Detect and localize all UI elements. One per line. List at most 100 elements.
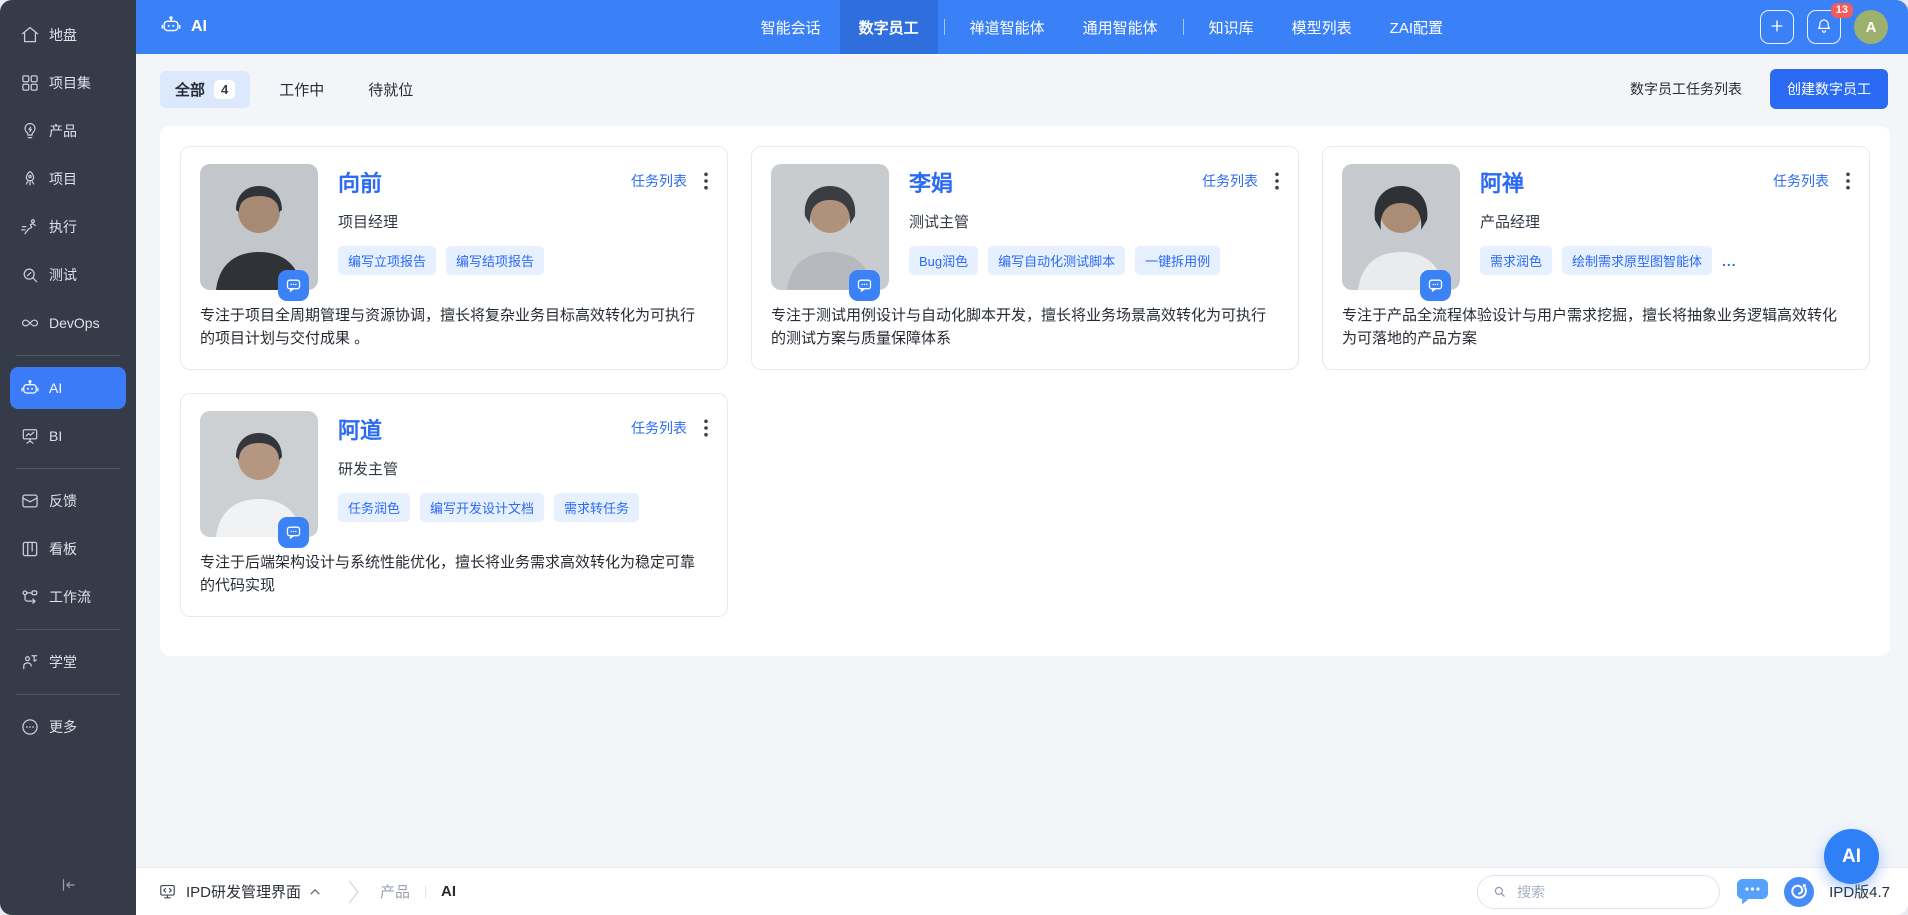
employee-description: 专注于产品全流程体验设计与用户需求挖掘，擅长将抽象业务逻辑高效转化为可落地的产品…	[1342, 305, 1850, 350]
workspace-switcher[interactable]: IPD研发管理界面	[158, 881, 321, 902]
search-box[interactable]	[1477, 875, 1720, 909]
content-area: 全部 4 工作中 待就位 数字员工任务列表 创建数字员工	[136, 54, 1908, 867]
skill-tag[interactable]: 需求润色	[1480, 246, 1552, 275]
chat-bubble-icon[interactable]	[1420, 270, 1451, 301]
sidebar-item-label: 看板	[49, 539, 77, 559]
nav-tab-general-agent[interactable]: 通用智能体	[1064, 0, 1177, 54]
sidebar-item-qa[interactable]: 测试	[10, 254, 126, 296]
employee-task-list-link[interactable]: 数字员工任务列表	[1630, 79, 1742, 99]
sidebar-item-dashboard[interactable]: 地盘	[10, 14, 126, 56]
employee-description: 专注于项目全周期管理与资源协调，擅长将复杂业务目标高效转化为可执行的项目计划与交…	[200, 305, 708, 350]
kebab-menu-icon[interactable]	[704, 419, 708, 437]
employee-name[interactable]: 阿道	[338, 413, 382, 445]
create-employee-button[interactable]: 创建数字员工	[1770, 69, 1888, 109]
filter-tab-label: 全部	[175, 79, 205, 100]
chat-bubble-icon[interactable]	[849, 270, 880, 301]
sidebar-item-bi[interactable]: BI	[10, 415, 126, 457]
breadcrumb-divider	[425, 885, 426, 899]
sidebar-item-execution[interactable]: 执行	[10, 206, 126, 248]
card-top: 向前 任务列表 项目经理 编写立项报告 编写结项报告	[200, 164, 708, 290]
task-list-link[interactable]: 任务列表	[631, 418, 687, 438]
skill-tag[interactable]: 编写结项报告	[446, 246, 544, 275]
notifications-button[interactable]: 13	[1807, 10, 1841, 44]
task-list-link[interactable]: 任务列表	[1202, 171, 1258, 191]
user-avatar[interactable]: A	[1854, 10, 1888, 44]
workspace-label: IPD研发管理界面	[186, 881, 301, 902]
breadcrumb-item-product[interactable]: 产品	[380, 881, 410, 902]
skill-tag[interactable]: 一键拆用例	[1135, 246, 1220, 275]
sidebar-item-feedback[interactable]: 反馈	[10, 480, 126, 522]
filter-tabs: 全部 4 工作中 待就位	[160, 71, 428, 108]
skill-tag[interactable]: 编写立项报告	[338, 246, 436, 275]
sidebar-nav: 地盘 项目集 产品 项目 执行 测试	[0, 0, 136, 857]
employee-photo	[1342, 164, 1460, 290]
skill-tag[interactable]: 编写开发设计文档	[420, 493, 544, 522]
nav-tab-digital-employee[interactable]: 数字员工	[840, 0, 938, 54]
chat-bubble-icon[interactable]	[278, 517, 309, 548]
chat-bubble-icon[interactable]	[278, 270, 309, 301]
card-head: 向前 任务列表	[338, 164, 708, 198]
employee-name[interactable]: 阿禅	[1480, 166, 1524, 198]
chat-message-icon[interactable]	[1735, 877, 1769, 907]
skill-tag[interactable]: Bug润色	[909, 246, 978, 275]
kebab-menu-icon[interactable]	[1846, 172, 1850, 190]
skill-tag[interactable]: 编写自动化测试脚本	[988, 246, 1125, 275]
employee-role: 项目经理	[338, 211, 708, 232]
grid-icon	[20, 73, 40, 93]
employee-name[interactable]: 向前	[338, 166, 382, 198]
filter-tab-standby[interactable]: 待就位	[353, 71, 428, 108]
filter-count-badge: 4	[214, 80, 235, 99]
nav-tab-zai-config[interactable]: ZAI配置	[1371, 0, 1462, 54]
sidebar-item-product[interactable]: 产品	[10, 110, 126, 152]
chart-board-icon	[20, 426, 40, 446]
sidebar-item-devops[interactable]: DevOps	[10, 302, 126, 344]
sidebar-collapse-button[interactable]	[0, 857, 136, 915]
kebab-menu-icon[interactable]	[1275, 172, 1279, 190]
infinity-icon	[20, 313, 40, 333]
employee-card: 阿禅 任务列表 产品经理 需求润色 绘制需求原型图智能体 ...	[1322, 146, 1870, 370]
main-column: AI 智能会话 数字员工 禅道智能体 通用智能体 知识库 模型列表 ZAI配置	[136, 0, 1908, 915]
employee-card: 阿道 任务列表 研发主管 任务润色 编写开发设计文档 需求转任务	[180, 393, 728, 617]
nav-tab-knowledge-base[interactable]: 知识库	[1190, 0, 1273, 54]
task-list-link[interactable]: 任务列表	[1773, 171, 1829, 191]
mail-icon	[20, 491, 40, 511]
kanban-icon	[20, 539, 40, 559]
app-brand[interactable]: AI	[160, 14, 207, 41]
bottom-bar-right: IPD版4.7	[1477, 875, 1890, 909]
nav-tab-smart-chat[interactable]: 智能会话	[742, 0, 840, 54]
card-top: 李娟 任务列表 测试主管 Bug润色 编写自动化测试脚本 一键拆用例	[771, 164, 1279, 290]
sidebar-item-program[interactable]: 项目集	[10, 62, 126, 104]
more-tags-indicator[interactable]: ...	[1722, 253, 1737, 269]
employee-card-panel: 向前 任务列表 项目经理 编写立项报告 编写结项报告 专注于项目全周期管理与资源…	[160, 126, 1890, 656]
nav-tab-model-list[interactable]: 模型列表	[1273, 0, 1371, 54]
workflow-icon	[20, 587, 40, 607]
sidebar-item-project[interactable]: 项目	[10, 158, 126, 200]
card-top: 阿禅 任务列表 产品经理 需求润色 绘制需求原型图智能体 ...	[1342, 164, 1850, 290]
filter-tab-working[interactable]: 工作中	[264, 71, 339, 108]
plus-icon	[1768, 17, 1786, 38]
employee-name[interactable]: 李娟	[909, 166, 953, 198]
nav-divider	[1183, 19, 1184, 35]
filter-tab-all[interactable]: 全部 4	[160, 71, 250, 108]
zentao-logo-icon[interactable]	[1784, 877, 1814, 907]
sidebar-item-more[interactable]: 更多	[10, 706, 126, 748]
sidebar-item-ai[interactable]: AI	[10, 367, 126, 409]
employee-card: 李娟 任务列表 测试主管 Bug润色 编写自动化测试脚本 一键拆用例	[751, 146, 1299, 370]
ai-assistant-fab[interactable]: AI	[1824, 829, 1879, 884]
kebab-menu-icon[interactable]	[704, 172, 708, 190]
card-head: 阿道 任务列表	[338, 411, 708, 445]
sidebar-item-school[interactable]: 学堂	[10, 641, 126, 683]
task-list-link[interactable]: 任务列表	[631, 171, 687, 191]
skill-tag[interactable]: 绘制需求原型图智能体	[1562, 246, 1712, 275]
skill-tag[interactable]: 任务润色	[338, 493, 410, 522]
employee-card: 向前 任务列表 项目经理 编写立项报告 编写结项报告 专注于项目全周期管理与资源…	[180, 146, 728, 370]
sidebar-item-workflow[interactable]: 工作流	[10, 576, 126, 618]
nav-tab-zentao-agent[interactable]: 禅道智能体	[951, 0, 1064, 54]
skill-tags: Bug润色 编写自动化测试脚本 一键拆用例	[909, 246, 1279, 275]
sidebar-item-kanban[interactable]: 看板	[10, 528, 126, 570]
add-button[interactable]	[1760, 10, 1794, 44]
card-top: 阿道 任务列表 研发主管 任务润色 编写开发设计文档 需求转任务	[200, 411, 708, 537]
sidebar-item-label: 更多	[49, 717, 77, 737]
search-input[interactable]	[1515, 883, 1705, 901]
skill-tag[interactable]: 需求转任务	[554, 493, 639, 522]
